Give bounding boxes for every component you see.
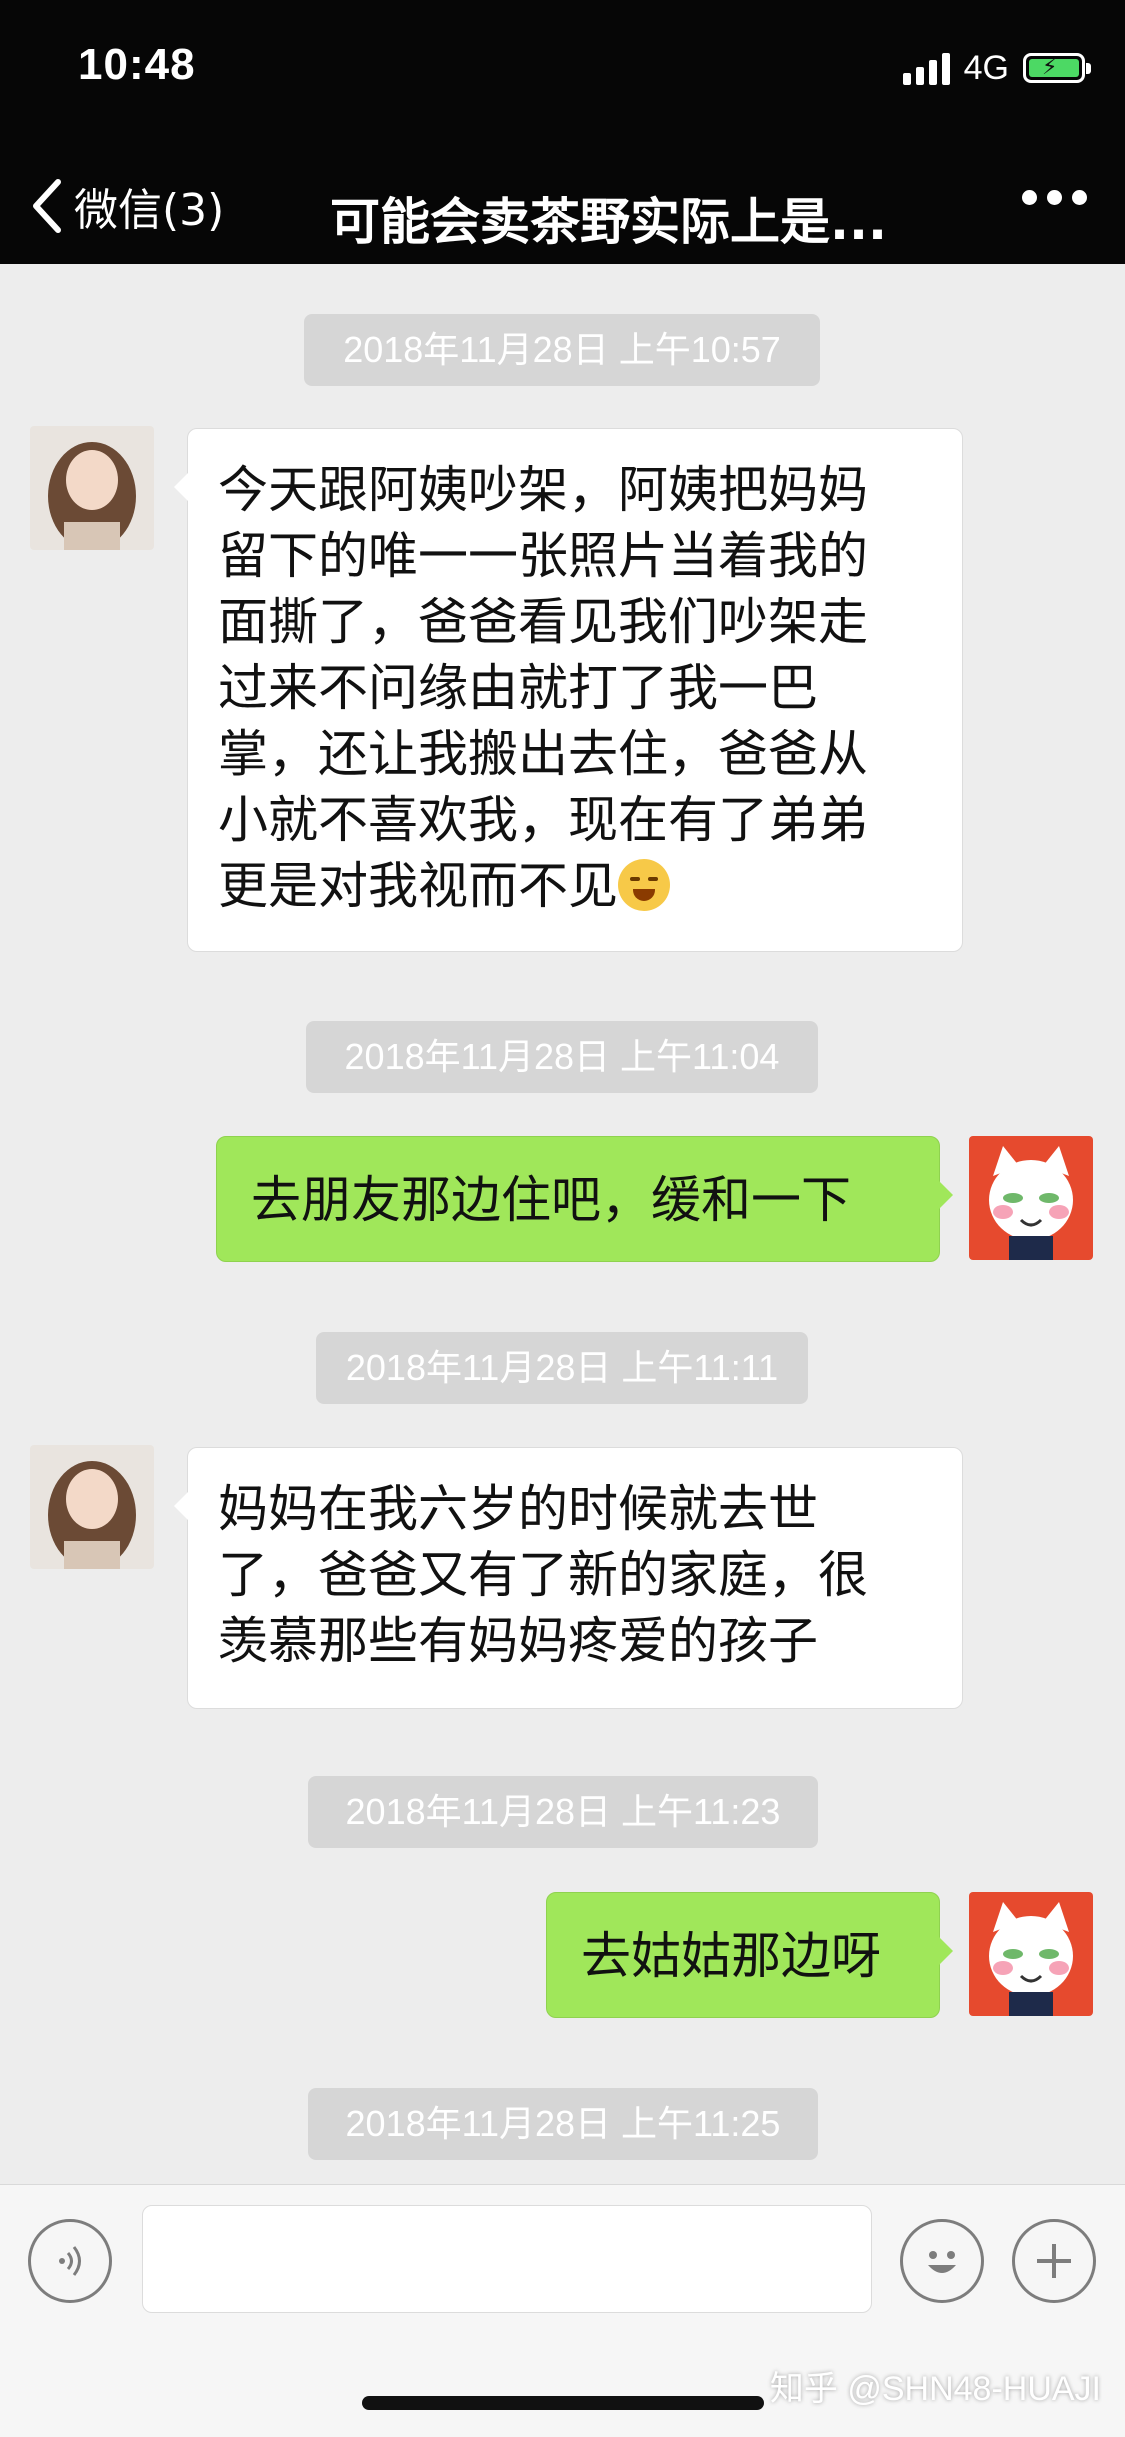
- home-indicator[interactable]: [362, 2396, 764, 2410]
- chevron-left-icon: [33, 179, 61, 233]
- timestamp: 2018年11月28日 上午11:11: [316, 1332, 808, 1404]
- battery-icon: ⚡: [1023, 53, 1091, 83]
- status-time: 10:48: [78, 40, 196, 89]
- message-bubble-outgoing[interactable]: 去姑姑那边呀: [546, 1892, 953, 2018]
- my-avatar[interactable]: [969, 1136, 1093, 1260]
- contact-avatar[interactable]: [30, 426, 154, 550]
- message-line: 掌，还让我搬出去住，爸爸从: [218, 725, 868, 783]
- my-avatar[interactable]: [969, 1892, 1093, 2016]
- more-options-icon[interactable]: [1022, 190, 1087, 205]
- message-line: 了，爸爸又有了新的家庭，很: [218, 1546, 868, 1604]
- message-line: 面撕了，爸爸看见我们吵架走: [218, 593, 868, 651]
- timestamp: 2018年11月28日 上午10:57: [304, 314, 820, 386]
- crying-face-icon: [618, 859, 670, 911]
- message-bubble-incoming[interactable]: 妈妈在我六岁的时候就去世 了，爸爸又有了新的家庭，很 羡慕那些有妈妈疼爱的孩子: [174, 1447, 963, 1709]
- timestamp: 2018年11月28日 上午11:23: [308, 1776, 818, 1848]
- network-type: 4G: [963, 48, 1009, 87]
- message-line: 留下的唯一一张照片当着我的: [218, 527, 868, 585]
- message-line: 今天跟阿姨吵架，阿姨把妈妈: [218, 461, 868, 519]
- nav-bar: 微信(3) 可能会卖茶野实际上是...: [0, 160, 1125, 256]
- voice-icon[interactable]: [28, 2219, 112, 2303]
- message-line: 过来不问缘由就打了我一巴: [218, 659, 818, 717]
- message-bubble-incoming[interactable]: 今天跟阿姨吵架，阿姨把妈妈 留下的唯一一张照片当着我的 面撕了，爸爸看见我们吵架…: [174, 428, 963, 952]
- timestamp: 2018年11月28日 上午11:25: [308, 2088, 818, 2160]
- chat-area[interactable]: 2018年11月28日 上午10:57 今天跟阿姨吵架，阿姨把妈妈 留下的唯一一…: [0, 264, 1125, 2184]
- message-line: 羡慕那些有妈妈疼爱的孩子: [218, 1612, 818, 1670]
- status-indicators: 4G ⚡: [902, 48, 1091, 88]
- top-bar: 10:48 4G ⚡ 微信(3) 可能会卖茶野实际上是...: [0, 0, 1125, 264]
- chat-title: 可能会卖茶野实际上是...: [330, 193, 887, 251]
- contact-avatar[interactable]: [30, 1445, 154, 1569]
- message-bubble-outgoing[interactable]: 去朋友那边住吧，缓和一下: [216, 1136, 953, 1262]
- back-button[interactable]: 微信(3): [28, 166, 224, 246]
- emoji-icon[interactable]: [900, 2219, 984, 2303]
- message-line: 小就不喜欢我，现在有了弟弟: [218, 791, 868, 849]
- message-line: 更是对我视而不见: [218, 857, 618, 915]
- message-line: 妈妈在我六岁的时候就去世: [218, 1480, 818, 1538]
- message-text: 去朋友那边住吧，缓和一下: [251, 1171, 851, 1229]
- message-input[interactable]: [142, 2205, 872, 2313]
- signal-icon: [902, 51, 950, 85]
- watermark: 知乎 @SHN48-HUAJI: [769, 2370, 1101, 2408]
- back-label: 微信(3): [74, 185, 225, 236]
- message-text: 去姑姑那边呀: [581, 1927, 881, 1985]
- input-bar: 知乎 @SHN48-HUAJI: [0, 2184, 1125, 2437]
- timestamp: 2018年11月28日 上午11:04: [306, 1021, 818, 1093]
- plus-icon[interactable]: [1012, 2219, 1096, 2303]
